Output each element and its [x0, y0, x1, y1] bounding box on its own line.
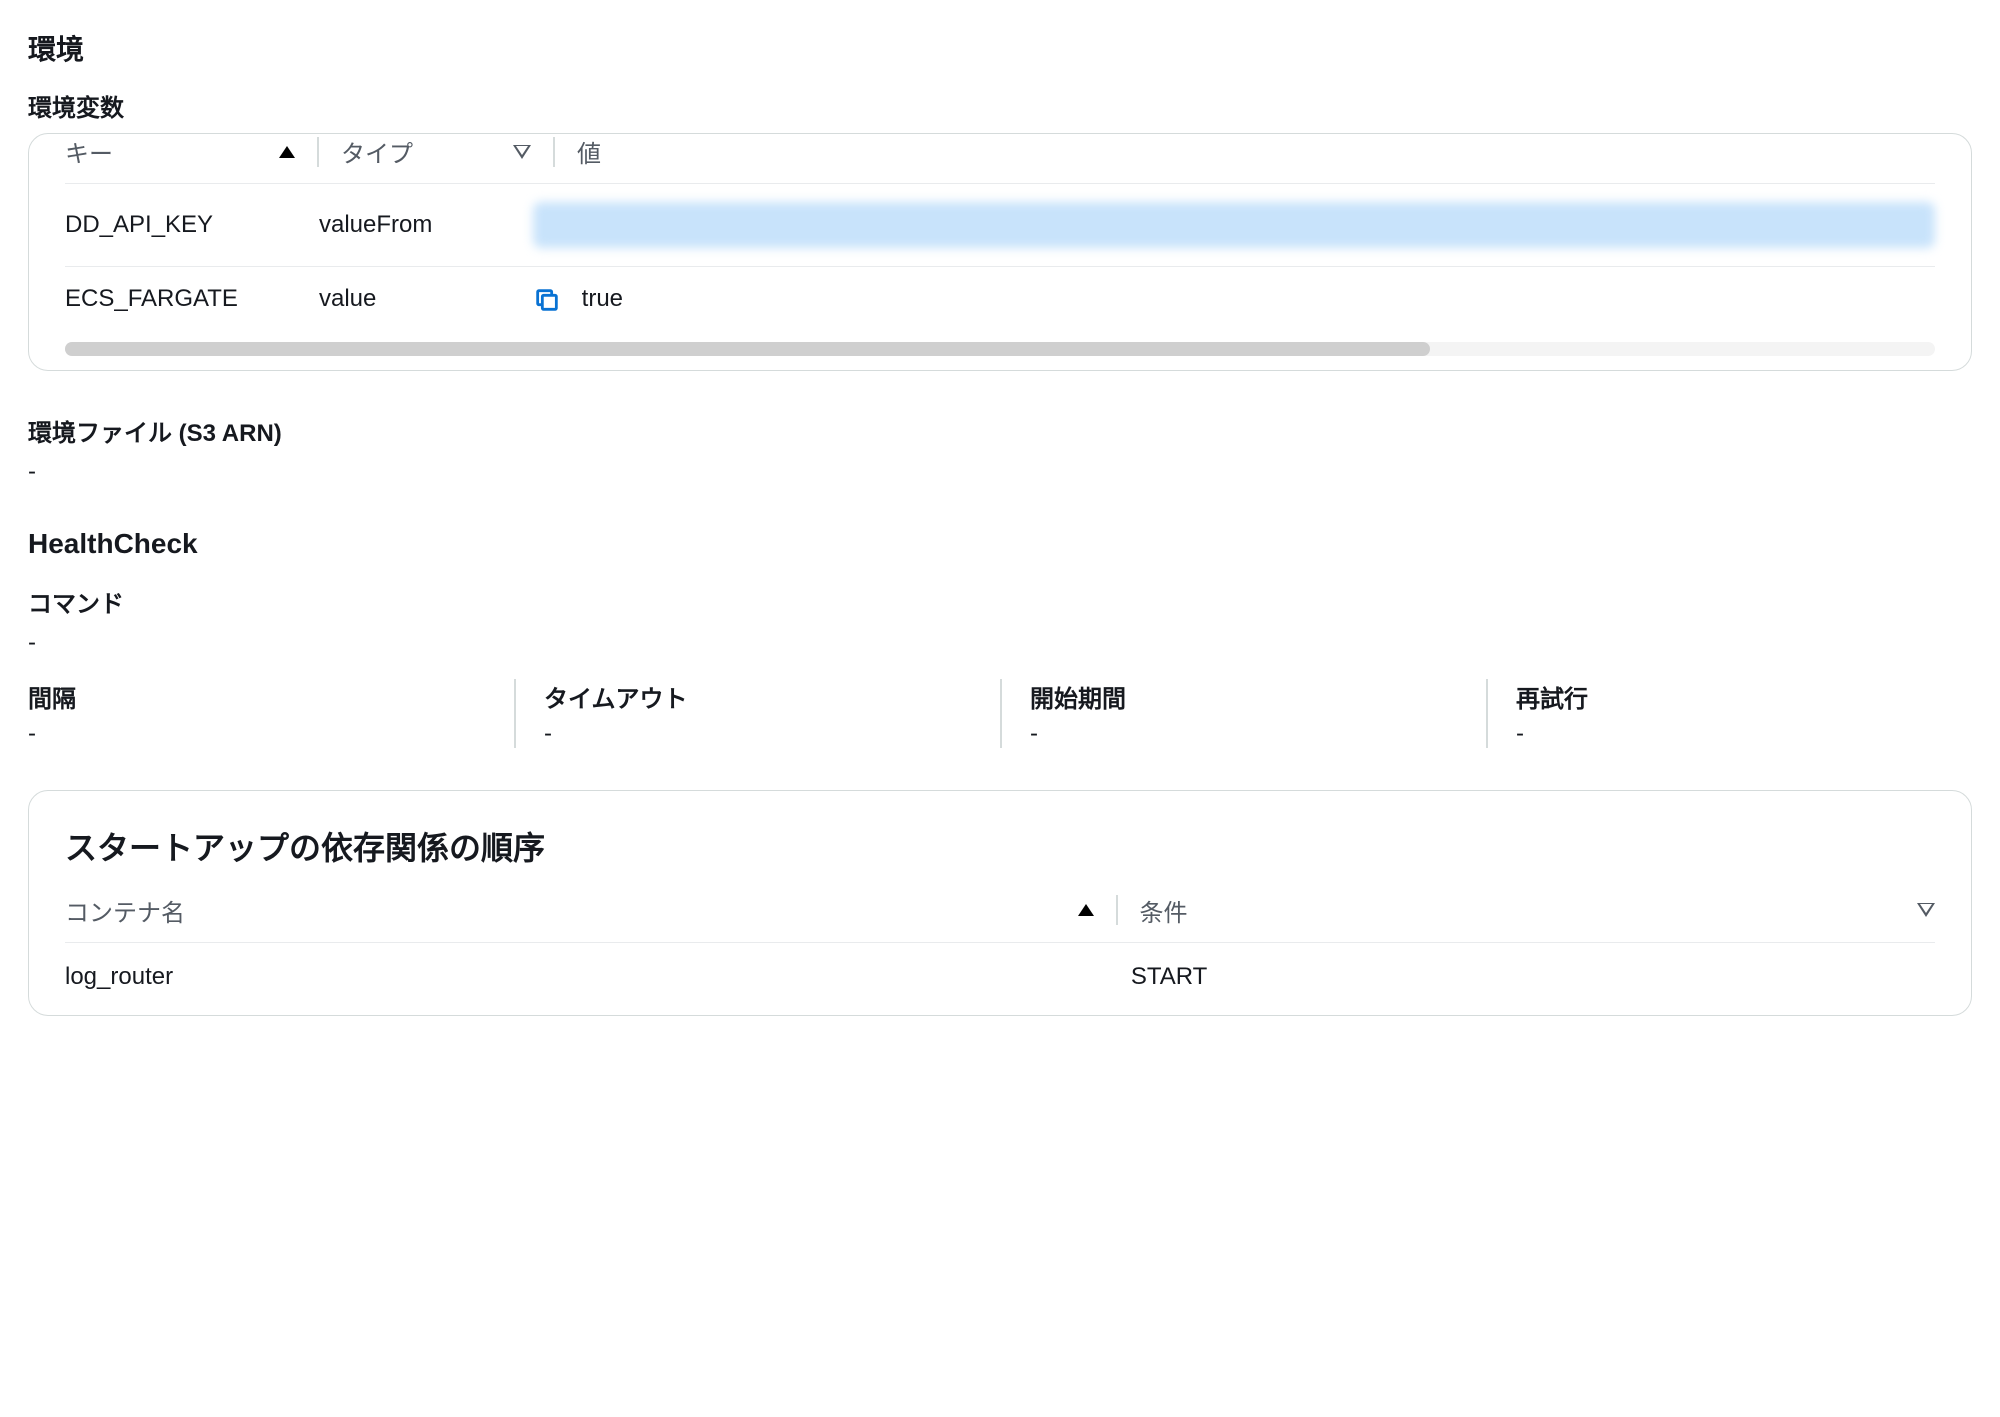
- hc-retries-label: 再試行: [1516, 679, 1944, 714]
- hc-retries-cell: 再試行 -: [1486, 679, 1972, 748]
- env-var-type: value: [319, 285, 533, 313]
- startup-header-row: コンテナ名 条件: [65, 893, 1935, 943]
- hc-command-label: コマンド: [28, 584, 1972, 619]
- startup-row: log_router START: [65, 943, 1935, 995]
- hc-retries-value: -: [1516, 720, 1944, 748]
- hc-startperiod-value: -: [1030, 720, 1458, 748]
- col-divider: [553, 137, 555, 167]
- env-vars-panel: キー タイプ 値 DD_API_KEY valueFrom ECS_FARGAT…: [28, 133, 1972, 371]
- col-header-type[interactable]: タイプ: [341, 134, 531, 169]
- hc-interval-cell: 間隔 -: [28, 679, 514, 748]
- scrollbar-thumb[interactable]: [65, 342, 1430, 356]
- healthcheck-section: HealthCheck コマンド - 間隔 - タイムアウト - 開始期間 - …: [28, 528, 1972, 748]
- startup-container-name: log_router: [65, 963, 1131, 991]
- healthcheck-grid: 間隔 - タイムアウト - 開始期間 - 再試行 -: [28, 679, 1972, 748]
- env-var-type: valueFrom: [319, 211, 533, 239]
- env-vars-label: 環境変数: [28, 88, 1972, 123]
- col-header-container-label: コンテナ名: [65, 893, 185, 928]
- sort-asc-icon: [279, 146, 295, 158]
- col-header-key-label: キー: [65, 134, 113, 169]
- col-header-key[interactable]: キー: [65, 134, 295, 169]
- hc-command-value: -: [28, 629, 1972, 657]
- env-var-row: DD_API_KEY valueFrom: [65, 184, 1935, 267]
- col-header-value[interactable]: 値: [577, 134, 1935, 169]
- env-var-value-text: true: [582, 285, 623, 312]
- env-var-value: true: [533, 285, 1935, 314]
- hc-startperiod-label: 開始期間: [1030, 679, 1458, 714]
- startup-dependency-panel: スタートアップの依存関係の順序 コンテナ名 条件 log_router STAR…: [28, 790, 1972, 1016]
- sort-desc-icon: [513, 145, 531, 159]
- sort-desc-icon: [1917, 903, 1935, 917]
- hc-interval-value: -: [28, 720, 486, 748]
- horizontal-scrollbar[interactable]: [65, 342, 1935, 356]
- redacted-value: [533, 202, 1935, 248]
- env-file-value: -: [28, 458, 1972, 486]
- env-var-key: DD_API_KEY: [65, 211, 319, 239]
- hc-timeout-label: タイムアウト: [544, 679, 972, 714]
- startup-title: スタートアップの依存関係の順序: [65, 823, 1935, 869]
- env-vars-header-row: キー タイプ 値: [65, 134, 1935, 184]
- copy-icon[interactable]: [533, 286, 561, 314]
- col-header-type-label: タイプ: [341, 134, 413, 169]
- hc-interval-label: 間隔: [28, 679, 486, 714]
- env-var-value: [533, 202, 1935, 248]
- hc-timeout-cell: タイムアウト -: [514, 679, 1000, 748]
- col-divider: [1116, 895, 1118, 925]
- healthcheck-heading: HealthCheck: [28, 528, 1972, 560]
- env-var-row: ECS_FARGATE value true: [65, 267, 1935, 332]
- sort-asc-icon: [1078, 904, 1094, 916]
- environment-heading: 環境: [28, 28, 1972, 68]
- hc-timeout-value: -: [544, 720, 972, 748]
- env-file-section: 環境ファイル (S3 ARN) -: [28, 413, 1972, 486]
- col-divider: [317, 137, 319, 167]
- col-header-value-label: 値: [577, 141, 601, 168]
- col-header-condition-label: 条件: [1140, 893, 1188, 928]
- col-header-container[interactable]: コンテナ名: [65, 893, 1094, 928]
- env-file-label: 環境ファイル (S3 ARN): [28, 413, 1972, 448]
- col-header-condition[interactable]: 条件: [1140, 893, 1936, 928]
- hc-startperiod-cell: 開始期間 -: [1000, 679, 1486, 748]
- env-var-key: ECS_FARGATE: [65, 285, 319, 313]
- startup-condition: START: [1131, 963, 1935, 991]
